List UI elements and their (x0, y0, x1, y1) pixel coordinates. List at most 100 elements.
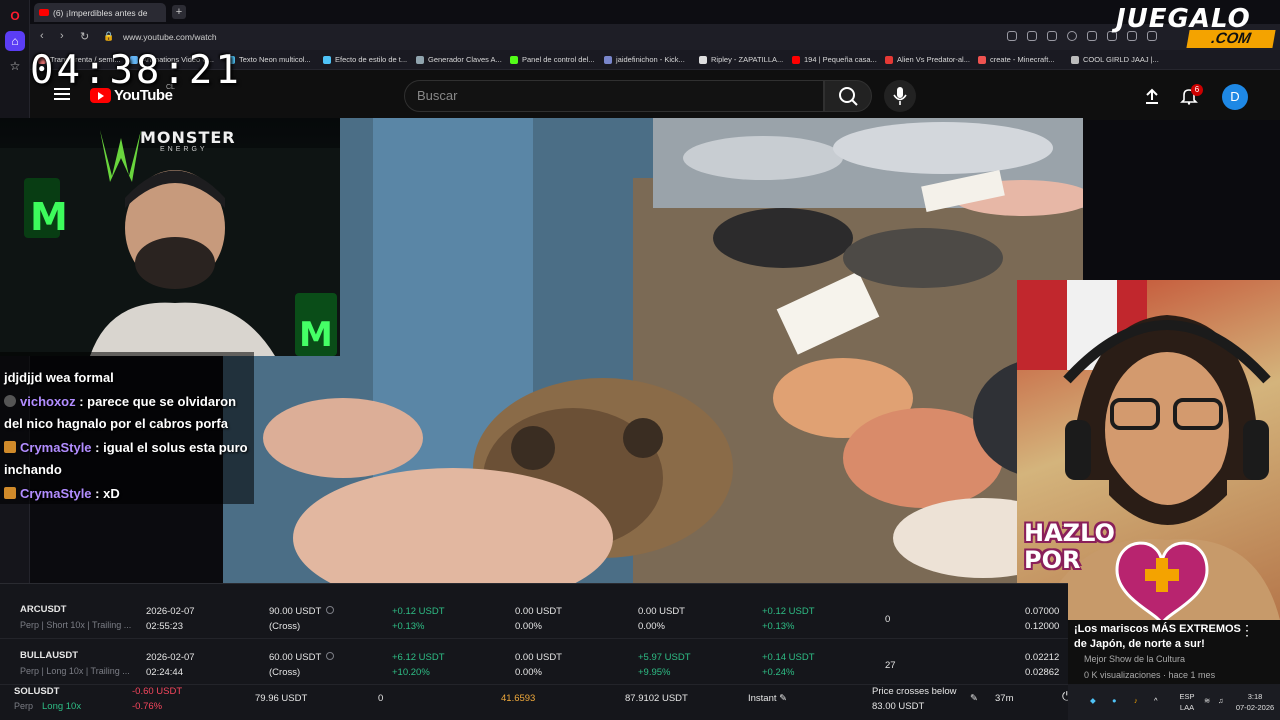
screen: O ⌂ ☆ (6) ¡Imperdibles antes de + ‹ › ↻ … (0, 0, 1280, 720)
value-col3: 0.00 USDT (638, 606, 685, 617)
chat-message: vichoxoz : parece que se olvidaron (4, 390, 236, 413)
svg-text:M: M (30, 195, 68, 239)
position-symbol[interactable]: ARCUSDT (20, 602, 66, 617)
position-date: 2026-02-07 (146, 606, 195, 617)
position-count: 0 (885, 614, 891, 625)
value-col3: +5.97 USDT (638, 652, 691, 663)
volume-icon[interactable]: ♫ (1218, 696, 1224, 706)
lock-icon: 🔒 (103, 31, 115, 41)
trigger-price: 83.00 USDT (872, 701, 925, 712)
value-col2: 0.00 USDT (515, 652, 562, 663)
upload-icon[interactable] (1143, 87, 1161, 105)
position-symbol[interactable]: SOLUSDT (14, 684, 59, 699)
position-zero: 0 (378, 693, 384, 704)
taskbar-app-icon[interactable]: ● (1112, 696, 1117, 706)
juegalo-watermark-logo: JUEGALO .COM (1116, 4, 1276, 50)
video-info-card[interactable]: ¡Los mariscos MÁS EXTREMOS de Japón, de … (1068, 620, 1280, 684)
language-line1[interactable]: ESP (1176, 692, 1198, 702)
chat-username: CrymaStyle (20, 440, 92, 455)
position-size: 79.96 USDT (255, 693, 308, 704)
position-symbol[interactable]: BULLAUSDT (20, 648, 78, 663)
search-button[interactable] (824, 80, 872, 112)
position-detail: Perp | Short 10x | Trailing ... (20, 620, 132, 630)
edit-pencil-icon[interactable]: ✎ (779, 693, 787, 704)
price-2: 0.12000 (1025, 621, 1060, 632)
bookmark-item[interactable]: jaidefinichon - Kick... (604, 55, 685, 64)
extension-icon[interactable] (1007, 31, 1017, 41)
bookmark-item[interactable]: Alien Vs Predator-al... (885, 55, 970, 64)
value-col3-pct: 0.00% (638, 621, 665, 632)
tab-youtube[interactable]: (6) ¡Imperdibles antes de (34, 3, 166, 22)
value-col2-pct: 0.00% (515, 621, 542, 632)
position-time: 02:24:44 (146, 667, 183, 678)
video-frame-seafood-market (223, 118, 1083, 583)
edit-condition-icon[interactable]: ✎ (970, 691, 978, 706)
chevron-up-icon[interactable]: ^ (1154, 696, 1158, 706)
clock-time[interactable]: 3:18 (1232, 692, 1278, 702)
position-detail: Perp | Long 10x | Trailing ... (20, 666, 130, 676)
row-divider (0, 638, 1068, 639)
value-col3-pct: +9.95% (638, 667, 671, 678)
back-icon[interactable]: ‹ (40, 30, 44, 42)
chat-message: inchando (4, 462, 62, 477)
search-input[interactable]: Buscar (404, 80, 824, 112)
channel-name[interactable]: Mejor Show de la Cultura (1084, 654, 1185, 664)
bookmark-item[interactable]: Panel de control del... (510, 55, 595, 64)
margin-mode: (Cross) (269, 667, 301, 678)
notification-count-badge: 6 (1191, 84, 1203, 96)
value-col4: +0.14 USDT (762, 652, 815, 663)
margin-mode: (Cross) (269, 621, 301, 632)
edit-margin-icon[interactable] (326, 606, 335, 614)
windows-taskbar: ◆ ● ♪ ^ ESP LAA ≋ ♫ 3:18 07-02-2026 (1068, 684, 1280, 720)
bookmark-item[interactable]: create - Minecraft... (978, 55, 1055, 64)
hazlo-por-overlay: HAZLO POR (1024, 520, 1115, 574)
opera-logo-icon[interactable]: O (5, 6, 25, 26)
language-line2[interactable]: LAA (1176, 703, 1198, 713)
clock-date[interactable]: 07-02-2026 (1232, 703, 1278, 713)
new-tab-button[interactable]: + (172, 5, 186, 19)
position-pnl-pct: -0.76% (132, 701, 163, 712)
account-avatar[interactable]: D (1222, 84, 1248, 110)
youtube-favicon-icon (39, 9, 49, 16)
url-field[interactable]: www.youtube.com/watch (123, 32, 217, 42)
extension-icon[interactable] (1087, 31, 1097, 41)
bookmark-item[interactable]: COOL GIRLD JAAJ |... (1071, 55, 1159, 64)
star-icon[interactable]: ☆ (5, 56, 25, 76)
video-title[interactable]: ¡Los mariscos MÁS EXTREMOS de Japón, de … (1074, 622, 1250, 652)
taskbar-app-icon[interactable]: ◆ (1090, 696, 1096, 706)
extension-icon[interactable] (1027, 31, 1037, 41)
camera-icon[interactable] (1047, 31, 1057, 41)
chat-message: del nico hagnalo por el cabros porfa (4, 416, 228, 431)
bookmark-item[interactable]: Ripley - ZAPATILLA... (699, 55, 783, 64)
position-margin: 60.00 USDT (269, 650, 335, 665)
streamer-webcam: M M MONSTER ENERGY (0, 118, 340, 356)
reload-icon[interactable]: ↻ (80, 30, 89, 43)
value-col4-pct: +0.13% (762, 621, 795, 632)
hazlo-line1: HAZLO (1024, 519, 1115, 547)
chat-message: jdjdjjd wea formal (4, 370, 114, 385)
extension-icon[interactable] (1067, 31, 1077, 41)
price-2: 0.02862 (1025, 667, 1060, 678)
position-count: 27 (885, 660, 896, 671)
monster-logo-text: MONSTER (140, 128, 236, 147)
edit-margin-icon[interactable] (326, 652, 335, 660)
trigger-condition: Price crosses below (872, 686, 957, 697)
value-col4: +0.12 USDT (762, 606, 815, 617)
wifi-icon[interactable]: ≋ (1204, 696, 1210, 706)
forward-icon[interactable]: › (60, 30, 64, 42)
microphone-tray-icon[interactable]: ♪ (1134, 696, 1138, 706)
voice-search-button[interactable] (884, 80, 916, 112)
bookmark-item[interactable]: Generador Claves A... (416, 55, 502, 64)
video-player[interactable] (223, 118, 1083, 583)
hazlo-line2: POR (1024, 546, 1081, 574)
subscriber-badge-icon (4, 441, 16, 453)
position-pnl: -0.60 USDT (132, 686, 183, 697)
chat-message: CrymaStyle : igual el solus esta puro (4, 436, 248, 459)
position-value: 87.9102 USDT (625, 693, 688, 704)
home-icon[interactable]: ⌂ (5, 31, 25, 51)
bookmark-item[interactable]: Efecto de estilo de t... (323, 55, 407, 64)
stream-clock: 04:38:21 (30, 48, 242, 93)
more-options-icon[interactable]: ⋮ (1240, 622, 1254, 639)
bookmark-item[interactable]: 194 | Pequeña casa... (792, 55, 877, 64)
chat-overlay: jdjdjjd wea formal vichoxoz : parece que… (0, 352, 254, 504)
